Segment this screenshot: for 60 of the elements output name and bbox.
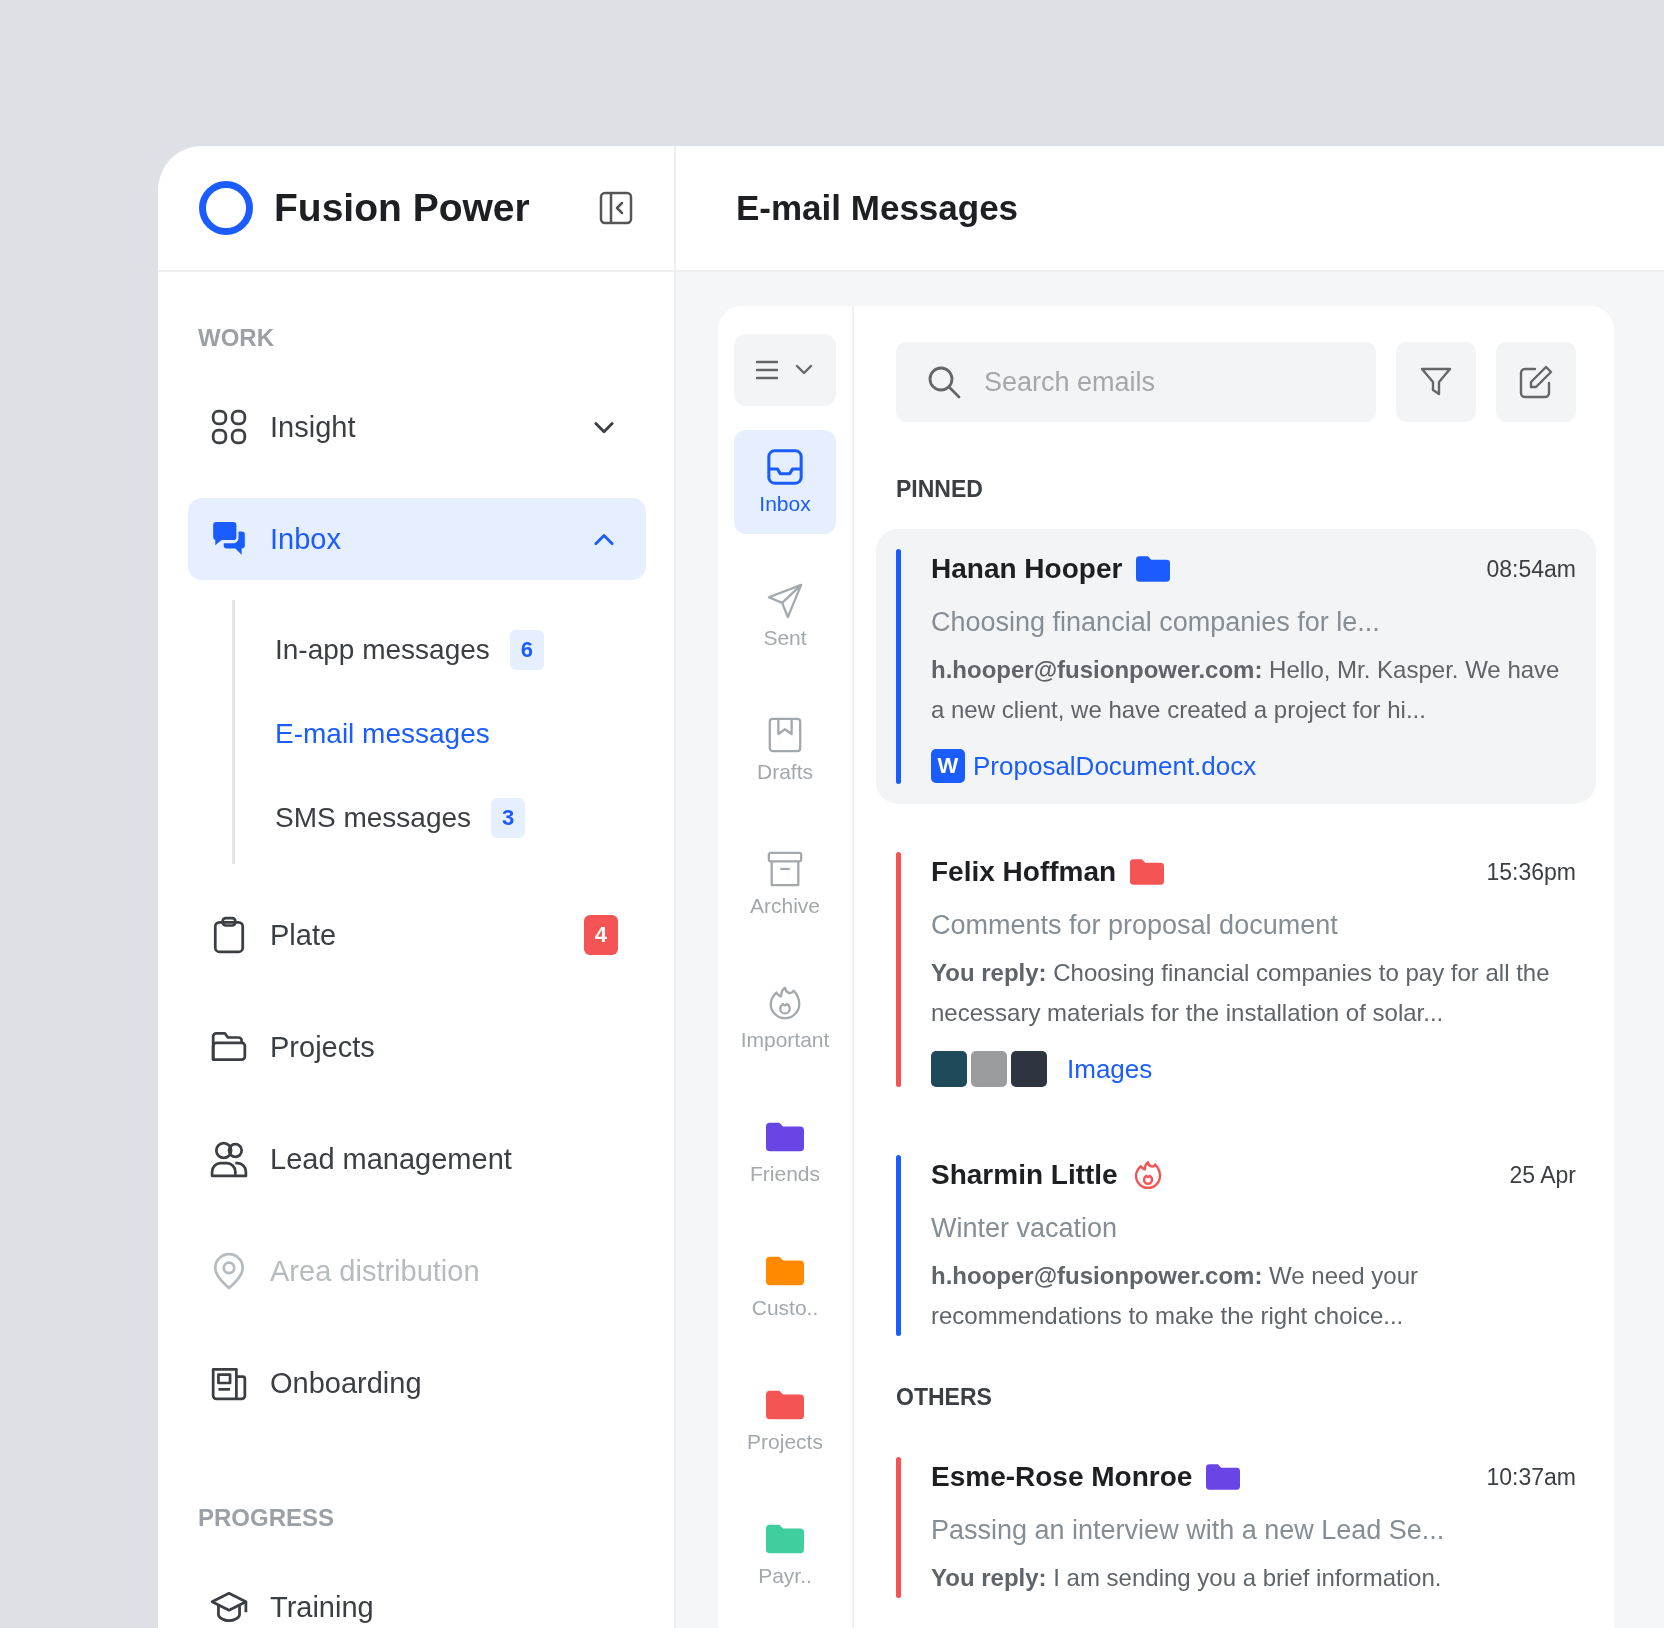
group-heading: PINNED bbox=[895, 476, 984, 503]
email-preview: h.hooper@fusionpower.com: Hello, Mr. Kasper. We have a new client, we have created a project for hi... bbox=[931, 655, 1561, 725]
filter-icon[interactable] bbox=[1396, 342, 1476, 422]
chat-bubbles-icon bbox=[210, 520, 248, 558]
inbox-tray-icon bbox=[766, 448, 804, 486]
timestamp: 08:54am bbox=[1486, 555, 1576, 583]
compose-icon[interactable] bbox=[1496, 342, 1576, 422]
photo-placeholder bbox=[971, 1051, 1007, 1087]
submenu-item[interactable]: E-mail messages bbox=[275, 718, 490, 750]
email-subject: Passing an interview with a new Lead Se... bbox=[931, 1515, 1446, 1546]
word-document-icon: W bbox=[931, 749, 965, 783]
photo-placeholder bbox=[931, 1051, 967, 1087]
sender-name: Sharmin Little bbox=[931, 1159, 1118, 1191]
nav-item[interactable]: Projects bbox=[188, 1006, 646, 1088]
nav-item[interactable]: Training bbox=[188, 1566, 646, 1628]
nav-item[interactable]: Onboarding bbox=[188, 1342, 646, 1424]
email-preview: h.hooper@fusionpower.com: We need your recommendations to make the right choice... bbox=[931, 1261, 1420, 1331]
email-subject: Winter vacation bbox=[931, 1213, 1119, 1244]
nav-item[interactable]: Plate 4 bbox=[188, 894, 646, 976]
email-item[interactable]: Sharmin Little 25 Apr Winter vacation h.hooper@fusionpower.com: We need your recommendations to make the right choice... bbox=[876, 1135, 1596, 1356]
count-badge: 4 bbox=[583, 915, 618, 955]
count-badge: 6 bbox=[509, 630, 545, 670]
attachment-link[interactable]: ProposalDocument.docx bbox=[973, 750, 1257, 782]
archive-box-icon bbox=[766, 850, 804, 888]
timestamp: 10:37am bbox=[1486, 1463, 1576, 1491]
attachment-link[interactable]: Images bbox=[1067, 1053, 1153, 1085]
sender-name: Hanan Hooper bbox=[931, 553, 1123, 585]
search-icon bbox=[926, 364, 962, 400]
email-item[interactable]: Esme-Rose Monroe 10:37am Passing an interview with a new Lead Se... You reply: I am sending you a brief information. bbox=[876, 1437, 1596, 1618]
sender-name: Esme-Rose Monroe bbox=[931, 1461, 1193, 1493]
group-heading: OTHERS bbox=[895, 1384, 993, 1411]
email-card[interactable]: Hanan Hooper 08:54am Choosing financial companies for le... h.hooper@fusionpower.com: Hello, Mr. Kasper. We have a new client, we have created a project for hi... W ProposalDocument.docx bbox=[876, 529, 1596, 804]
email-item[interactable]: Felix Hoffman 15:36pm Comments for proposal document You reply: Choosing financial companies to pay for all the necessary materials for the installation of solar... Images bbox=[876, 832, 1596, 1107]
nav-item[interactable]: Insight bbox=[188, 386, 646, 468]
email-subject: Comments for proposal document bbox=[931, 910, 1339, 941]
view-menu-button[interactable] bbox=[734, 334, 836, 406]
sender-name: Felix Hoffman bbox=[931, 856, 1117, 888]
bookmark-book-icon bbox=[766, 716, 804, 754]
email-subject: Choosing financial companies for le... bbox=[931, 607, 1381, 638]
section-heading: WORK bbox=[197, 323, 275, 353]
folder-tab[interactable]: Inbox bbox=[734, 430, 836, 534]
page-title: E-mail Messages bbox=[736, 188, 1019, 228]
count-badge: 3 bbox=[491, 798, 526, 838]
nav-item[interactable]: Inbox bbox=[188, 498, 646, 580]
paper-plane-icon bbox=[766, 582, 804, 620]
photo-placeholder bbox=[1011, 1051, 1047, 1087]
section-heading: PROGRESS bbox=[197, 1503, 336, 1533]
timestamp: 15:36pm bbox=[1486, 858, 1576, 886]
nav-item[interactable]: Lead management bbox=[188, 1118, 646, 1200]
email-preview: You reply: I am sending you a brief information. bbox=[931, 1563, 1443, 1593]
brand-name: Fusion Power bbox=[274, 186, 530, 230]
submenu-item[interactable]: SMS messages bbox=[275, 802, 472, 834]
collapse-sidebar-icon[interactable] bbox=[598, 190, 634, 226]
email-preview: You reply: Choosing financial companies to pay for all the necessary materials for the installation of solar... bbox=[931, 958, 1551, 1028]
ring-logo-icon bbox=[198, 180, 254, 236]
timestamp: 25 Apr bbox=[1509, 1161, 1576, 1189]
grid-icon bbox=[210, 408, 248, 446]
search-field[interactable]: Search emails bbox=[896, 342, 1376, 422]
people-icon bbox=[210, 1140, 248, 1178]
submenu-item[interactable]: In-app messages bbox=[275, 634, 490, 666]
